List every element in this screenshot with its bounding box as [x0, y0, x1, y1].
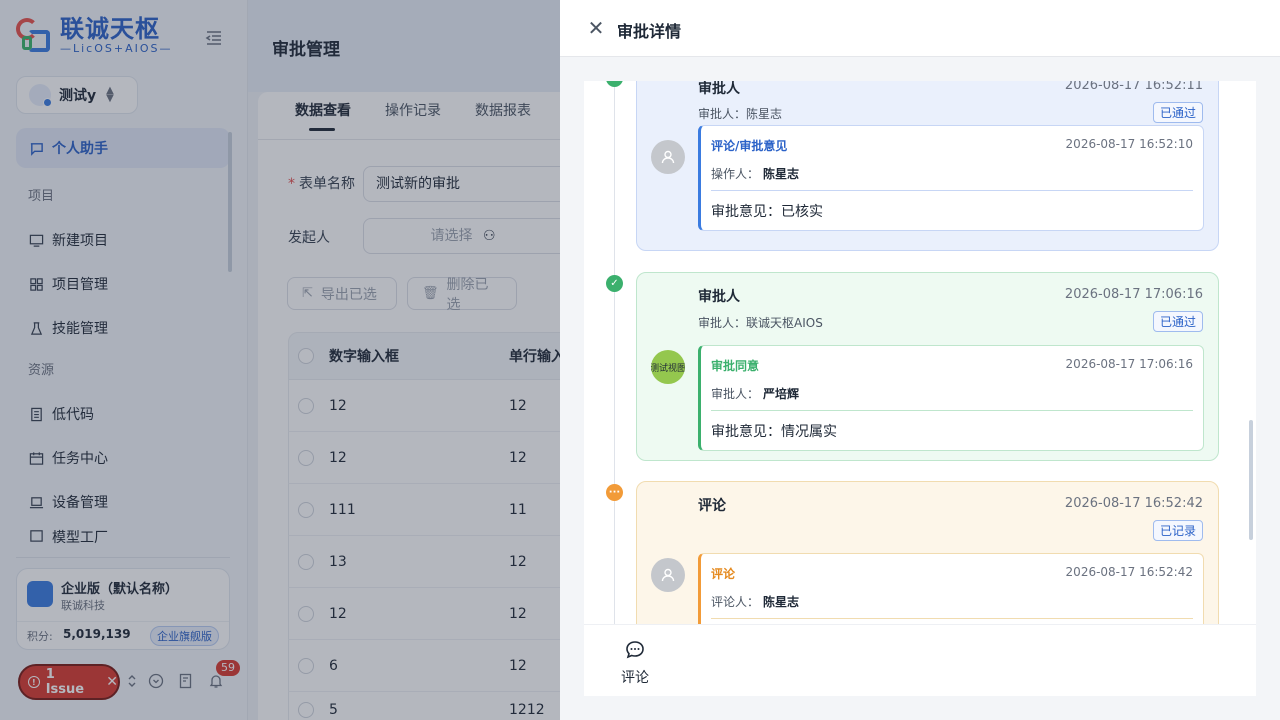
opinion-time: 2026-08-17 16:52:10: [1065, 137, 1193, 151]
check-icon: ✓: [606, 81, 623, 87]
comment-divider: [711, 618, 1193, 619]
drawer-scrollbar[interactable]: [1249, 420, 1253, 540]
check-icon: ✓: [606, 275, 623, 292]
commenter-label: 评论人：: [711, 595, 760, 609]
more-icon: ···: [606, 484, 623, 501]
status-badge: 已记录: [1152, 520, 1203, 541]
entry-title: 审批人: [698, 81, 740, 97]
approval-timeline: ✓ 审批人 2026-08-17 16:52:11 审批人：陈星志 已通过 评论…: [584, 81, 1256, 624]
comment-label: 评论: [621, 670, 649, 686]
user-icon: [661, 150, 675, 164]
entry-title: 评论: [698, 498, 726, 514]
operator: 审批人： 严培辉: [711, 385, 799, 402]
opinion-text: 审批意见：情况属实: [711, 424, 837, 440]
drawer-footer: 评论: [584, 624, 1256, 696]
timeline-card-approver: 审批人 2026-08-17 16:52:11 审批人：陈星志 已通过 评论/审…: [636, 81, 1219, 251]
close-icon[interactable]: ✕: [587, 18, 605, 38]
status-badge: 已通过: [1152, 311, 1203, 332]
commenter-name: 陈星志: [763, 595, 800, 609]
opinion-title: 审批同意: [711, 359, 760, 373]
comment-time: 2026-08-17 16:52:42: [1065, 565, 1193, 579]
opinion-divider: [711, 410, 1193, 411]
opinion-box: 评论/审批意见 2026-08-17 16:52:10 操作人： 陈星志 审批意见…: [698, 125, 1204, 231]
entry-title: 审批人: [698, 289, 740, 305]
avatar: 测试视图: [651, 350, 685, 384]
drawer-header: ✕ 审批详情: [560, 0, 1280, 57]
operator-label: 审批人：: [711, 387, 760, 401]
comment-box: 评论 2026-08-17 16:52:42 评论人： 陈星志: [698, 553, 1204, 624]
opinion-title: 评论/审批意见: [711, 139, 788, 153]
entry-approver: 审批人：陈星志: [698, 107, 783, 121]
operator-name: 陈星志: [763, 167, 800, 181]
status-badge: 已通过: [1152, 102, 1203, 123]
comment-icon: [626, 641, 644, 659]
operator-label: 操作人：: [711, 167, 760, 181]
entry-approver: 审批人：联诚天枢AIOS: [698, 316, 823, 330]
opinion-box: 审批同意 2026-08-17 17:06:16 审批人： 严培辉 审批意见：情况…: [698, 345, 1204, 451]
user-icon: [661, 568, 675, 582]
comment-title: 评论: [711, 567, 736, 581]
commenter: 评论人： 陈星志: [711, 593, 799, 610]
drawer-title: 审批详情: [617, 22, 682, 41]
entry-time: 2026-08-17 16:52:11: [1064, 81, 1203, 93]
operator-name: 严培辉: [763, 387, 800, 401]
comment-button[interactable]: 评论: [620, 639, 650, 687]
timeline-line: [614, 81, 615, 624]
approval-detail-drawer: ✕ 审批详情 ✓ 审批人 2026-08-17 16:52:11 审批人：陈星志…: [560, 0, 1280, 720]
avatar: [651, 558, 685, 592]
entry-time: 2026-08-17 17:06:16: [1064, 287, 1203, 302]
avatar: [651, 140, 685, 174]
entry-time: 2026-08-17 16:52:42: [1064, 496, 1203, 511]
timeline-card-comment: 评论 2026-08-17 16:52:42 已记录 评论 2026-08-17…: [636, 481, 1219, 624]
opinion-divider: [711, 190, 1193, 191]
opinion-time: 2026-08-17 17:06:16: [1065, 357, 1193, 371]
opinion-text: 审批意见：已核实: [711, 204, 823, 220]
operator: 操作人： 陈星志: [711, 165, 799, 182]
timeline-card-approver: 审批人 2026-08-17 17:06:16 审批人：联诚天枢AIOS 已通过…: [636, 272, 1219, 461]
